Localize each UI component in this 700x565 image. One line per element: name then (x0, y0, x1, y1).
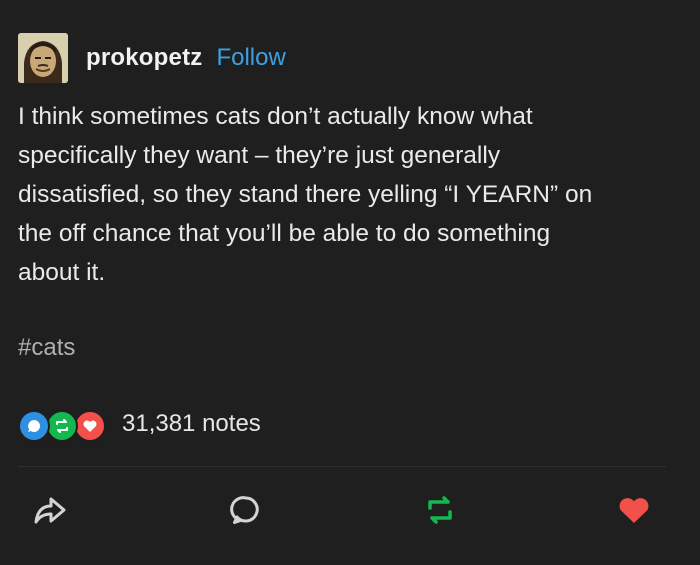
divider (18, 466, 666, 467)
reblog-button[interactable] (420, 492, 460, 528)
reply-button[interactable] (226, 492, 266, 528)
notes-count: 31,381 notes (122, 410, 261, 437)
avatar[interactable] (18, 33, 68, 83)
post-body: I think sometimes cats don’t actually kn… (18, 103, 593, 286)
tumblr-post: prokopetz Follow I think sometimes cats … (0, 0, 700, 565)
reblog-note-icon (46, 410, 78, 442)
like-note-icon (74, 410, 106, 442)
share-button[interactable] (30, 492, 70, 528)
avatar-portrait-icon (18, 33, 68, 83)
note-type-icons (18, 407, 110, 442)
reply-note-icon (18, 410, 50, 442)
post-header: prokopetz Follow (18, 33, 286, 83)
tag-link[interactable]: #cats (18, 334, 75, 362)
notes-button[interactable]: 31,381 notes (18, 406, 261, 442)
like-button[interactable] (614, 492, 654, 528)
reblog-icon (428, 496, 452, 524)
share-icon (34, 497, 66, 524)
reply-icon (230, 496, 259, 524)
follow-button[interactable]: Follow (216, 44, 285, 72)
username[interactable]: prokopetz (86, 44, 202, 72)
like-icon (619, 498, 649, 523)
